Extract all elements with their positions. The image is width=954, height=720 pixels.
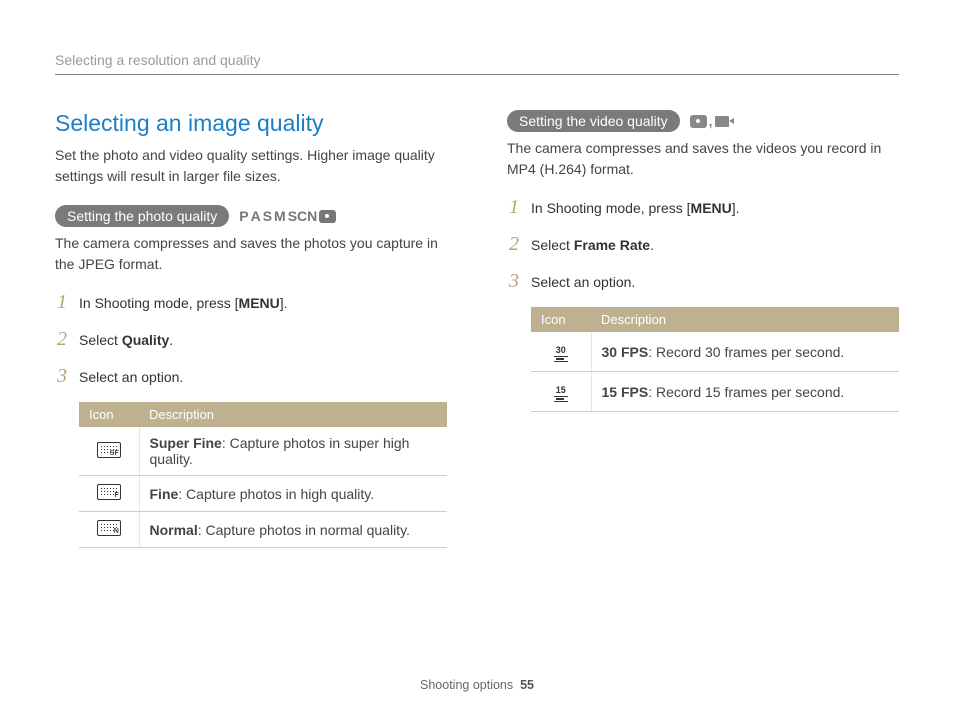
video-icon — [715, 116, 729, 127]
left-column: Selecting an image quality Set the photo… — [55, 110, 447, 548]
section-intro: Set the photo and video quality settings… — [55, 145, 447, 187]
photo-steps: 1 In Shooting mode, press [MENU]. 2 Sele… — [55, 291, 447, 388]
photo-quality-desc: The camera compresses and saves the phot… — [55, 233, 447, 275]
mode-scn-icon: SCN — [288, 208, 318, 224]
mode-icons: P A S M SCN — [239, 208, 336, 224]
camera-icon — [319, 210, 336, 223]
mode-a-icon: A — [251, 208, 261, 224]
table-row: Fine: Capture photos in high quality. — [79, 476, 447, 512]
mode-p-icon: P — [239, 208, 248, 224]
step-number: 1 — [507, 196, 521, 219]
step-text: Select an option. — [79, 369, 183, 385]
step-number: 3 — [55, 365, 69, 388]
step-number: 2 — [507, 233, 521, 256]
page-footer: Shooting options 55 — [0, 678, 954, 692]
breadcrumb: Selecting a resolution and quality — [55, 52, 899, 75]
table-row: Normal: Capture photos in normal quality… — [79, 512, 447, 548]
section-title: Selecting an image quality — [55, 110, 447, 137]
video-steps: 1 In Shooting mode, press [MENU]. 2 Sele… — [507, 196, 899, 293]
camera-icon — [690, 115, 707, 128]
mode-m-icon: M — [274, 208, 286, 224]
step-number: 2 — [55, 328, 69, 351]
superfine-icon — [97, 442, 121, 458]
mode-s-icon: S — [263, 208, 272, 224]
page-number: 55 — [520, 678, 534, 692]
step-text: In Shooting mode, press [MENU]. — [79, 295, 288, 311]
video-options-table: Icon Description 30 30 FPS: Record 30 fr… — [531, 307, 899, 412]
table-row: 15 15 FPS: Record 15 frames per second. — [531, 372, 899, 412]
table-row: 30 30 FPS: Record 30 frames per second. — [531, 332, 899, 372]
photo-options-table: Icon Description Super Fine: Capture pho… — [79, 402, 447, 548]
table-row: Super Fine: Capture photos in super high… — [79, 427, 447, 476]
pill-video-quality: Setting the video quality — [507, 110, 680, 132]
step-text: In Shooting mode, press [MENU]. — [531, 200, 740, 216]
pill-photo-quality: Setting the photo quality — [55, 205, 229, 227]
step-text: Select an option. — [531, 274, 635, 290]
step-number: 1 — [55, 291, 69, 314]
normal-icon — [97, 520, 121, 536]
mode-icons: , — [690, 113, 729, 129]
fine-icon — [97, 484, 121, 500]
footer-section: Shooting options — [420, 678, 513, 692]
table-header-icon: Icon — [531, 307, 591, 332]
step-text: Select Frame Rate. — [531, 237, 654, 253]
step-text: Select Quality. — [79, 332, 173, 348]
table-header-description: Description — [139, 402, 447, 427]
table-header-description: Description — [591, 307, 899, 332]
table-header-icon: Icon — [79, 402, 139, 427]
right-column: Setting the video quality , The camera c… — [507, 110, 899, 548]
step-number: 3 — [507, 270, 521, 293]
fps-15-icon: 15 — [554, 386, 568, 403]
fps-30-icon: 30 — [554, 346, 568, 363]
menu-button-label: MENU — [239, 295, 280, 311]
menu-button-label: MENU — [691, 200, 732, 216]
video-quality-desc: The camera compresses and saves the vide… — [507, 138, 899, 180]
